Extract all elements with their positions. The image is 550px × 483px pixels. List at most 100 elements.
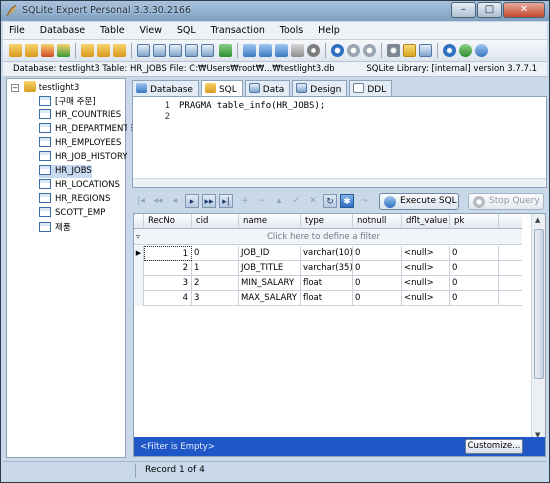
refresh-table-icon[interactable] [201,44,214,57]
folder-icon[interactable] [81,44,94,57]
about-icon[interactable] [475,44,488,57]
minimize-button[interactable]: – [451,2,476,18]
cell-type[interactable]: varchar(35) [301,261,353,276]
grid-vertical-scrollbar[interactable]: ▲ ▼ [531,214,545,441]
cell-dflt-value[interactable]: <null> [402,261,450,276]
gear-icon[interactable] [387,44,400,57]
tab-data[interactable]: Data [244,80,291,96]
sql-editor[interactable]: 1 2 PRAGMA table_info(HR_JOBS); [132,96,547,188]
cell-cid[interactable]: 1 [192,261,239,276]
cell-type[interactable]: varchar(10) [301,246,353,261]
menu-sql[interactable]: SQL [171,22,202,36]
folder-export-icon[interactable] [97,44,110,57]
collapse-icon[interactable]: − [11,84,19,92]
post-edit-icon[interactable]: ✓ [289,194,303,208]
folder-import-icon[interactable] [113,44,126,57]
stop-query-button[interactable]: Stop Query [468,193,544,210]
menu-file[interactable]: File [3,22,31,36]
tree-item-table-selected[interactable]: HR_JOBS [39,165,92,178]
record-icon[interactable] [347,44,360,57]
tab-ddl[interactable]: DDL [349,80,393,96]
new-table-icon[interactable] [137,44,150,57]
column-header-dflt-value[interactable]: dflt_value [402,214,450,229]
tree-item-table[interactable]: HR_LOCATIONS [39,179,120,192]
cell-notnull[interactable]: 0 [353,291,402,306]
filter-status[interactable]: <Filter is Empty> [140,442,215,452]
menu-database[interactable]: Database [34,22,91,36]
delete-table-icon[interactable] [169,44,182,57]
column-header-recno[interactable]: RecNo [144,214,192,229]
cell-cid[interactable]: 3 [192,291,239,306]
cell-type[interactable]: float [301,276,353,291]
lock-icon[interactable] [291,44,304,57]
cell-pk[interactable]: 0 [450,261,499,276]
scroll-thumb[interactable] [534,229,544,379]
copy-table-icon[interactable] [219,44,232,57]
refresh-data-icon[interactable]: ↻ [323,194,337,208]
column-header-notnull[interactable]: notnull [353,214,402,229]
cell-recno[interactable]: 1 [144,246,192,261]
edit-table-icon[interactable] [153,44,166,57]
tree-item-table[interactable]: HR_DEPARTMENTS [39,123,134,136]
pane-splitter[interactable] [127,78,131,458]
column-header-cid[interactable]: cid [192,214,239,229]
menu-table[interactable]: Table [94,22,131,36]
view-icon[interactable] [185,44,198,57]
cell-notnull[interactable]: 0 [353,261,402,276]
table-row[interactable]: 4 3 MAX_SALARY float 0 <null> 0 [134,291,522,306]
customize-button[interactable]: Customize... [465,439,523,454]
cell-name[interactable]: JOB_ID [239,246,301,261]
cell-recno[interactable]: 2 [144,261,192,276]
tree-item-table[interactable]: HR_COUNTRIES [39,109,121,122]
trigger-icon[interactable] [259,44,272,57]
filter-row[interactable]: ▿ Click here to define a filter [134,229,522,245]
cell-notnull[interactable]: 0 [353,246,402,261]
cell-recno[interactable]: 3 [144,276,192,291]
help-icon[interactable] [443,44,456,57]
tab-sql[interactable]: SQL [200,80,243,97]
menu-help[interactable]: Help [312,22,346,36]
column-header-name[interactable]: name [239,214,301,229]
scroll-up-icon[interactable]: ▲ [535,216,540,224]
maximize-button[interactable]: □ [477,2,502,18]
menu-transaction[interactable]: Transaction [205,22,271,36]
cell-name[interactable]: MAX_SALARY [239,291,301,306]
tree-item-table[interactable]: HR_JOB_HISTORY [39,151,128,164]
cell-dflt-value[interactable]: <null> [402,246,450,261]
column-header-type[interactable]: type [301,214,353,229]
filter-icon[interactable] [403,44,416,57]
tree-item-table[interactable]: HR_EMPLOYEES [39,137,121,150]
last-record-icon[interactable]: ▸| [219,194,233,208]
cell-pk[interactable]: 0 [450,246,499,261]
filter-record-icon[interactable]: ✱ [340,194,354,208]
cell-name[interactable]: JOB_TITLE [239,261,301,276]
cell-pk[interactable]: 0 [450,291,499,306]
rollback-icon[interactable] [363,44,376,57]
menu-view[interactable]: View [133,22,168,36]
title-bar[interactable]: SQLite Expert Personal 3.3.30.2166 – □ ✕ [1,1,549,21]
table-row[interactable]: 2 1 JOB_TITLE varchar(35) 0 <null> 0 [134,261,522,276]
menu-tools[interactable]: Tools [274,22,309,36]
prior-record-icon[interactable]: ◂ [168,194,182,208]
stop-icon[interactable] [307,44,320,57]
close-database-icon[interactable] [41,44,54,57]
cell-name[interactable]: MIN_SALARY [239,276,301,291]
table-row[interactable]: 3 2 MIN_SALARY float 0 <null> 0 [134,276,522,291]
new-database-icon[interactable] [9,44,22,57]
delete-record-icon[interactable]: − [255,194,269,208]
window-icon[interactable] [419,44,432,57]
update-icon[interactable] [459,44,472,57]
tree-item-table[interactable]: [구매 주문] [39,95,96,108]
insert-record-icon[interactable]: + [238,194,252,208]
cell-dflt-value[interactable]: <null> [402,276,450,291]
tree-item-table[interactable]: 제품 [39,221,71,234]
edit-record-icon[interactable]: ▴ [272,194,286,208]
bookmark-icon[interactable]: ⤳ [357,194,371,208]
next-page-icon[interactable]: ▸▸ [202,194,216,208]
tree-item-table[interactable]: SCOTT_EMP [39,207,105,220]
index-icon[interactable] [243,44,256,57]
cell-notnull[interactable]: 0 [353,276,402,291]
attach-database-icon[interactable] [57,44,70,57]
editor-horizontal-scrollbar[interactable] [133,178,546,187]
cell-dflt-value[interactable]: <null> [402,291,450,306]
